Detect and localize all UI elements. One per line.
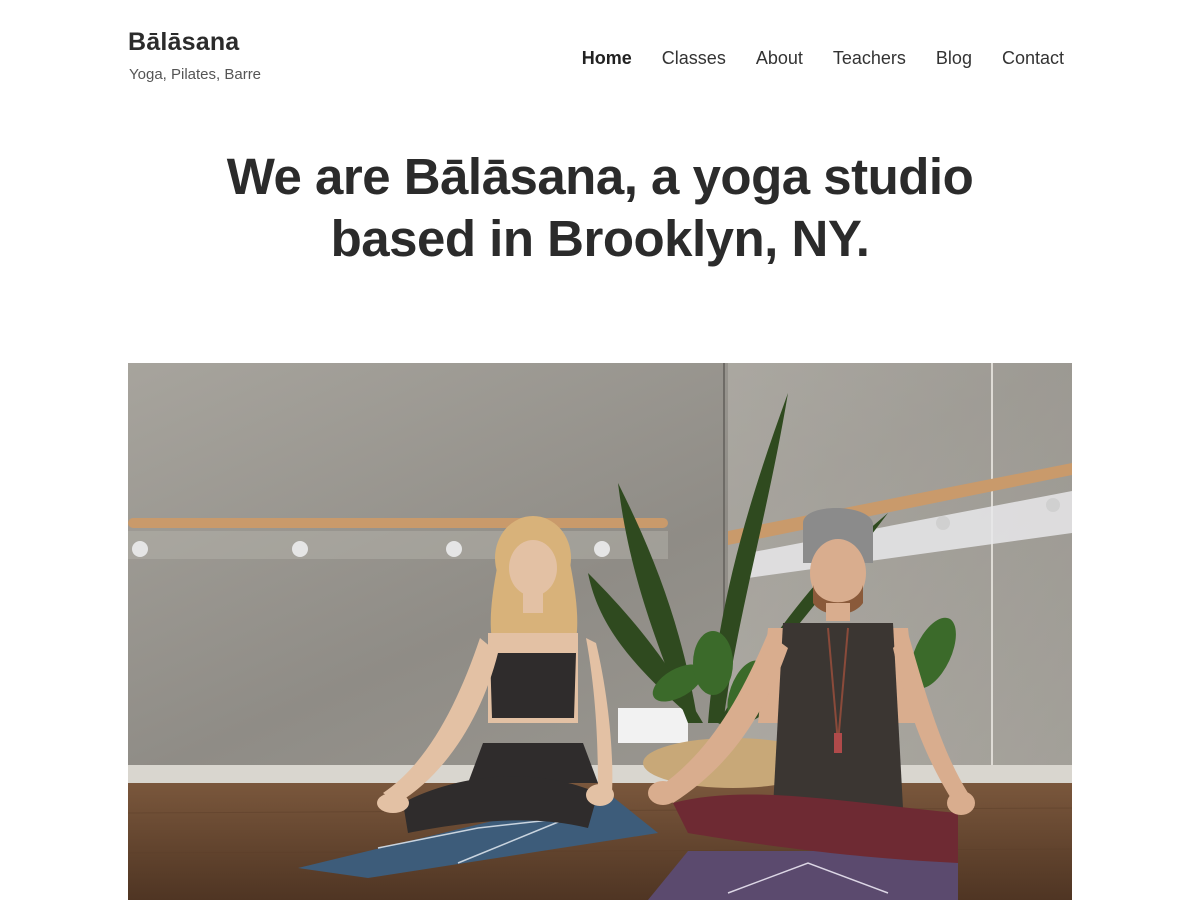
- nav-item-blog: Blog: [936, 48, 972, 69]
- nav-link-blog[interactable]: Blog: [936, 48, 972, 68]
- nav-link-about[interactable]: About: [756, 48, 803, 68]
- nav-link-contact[interactable]: Contact: [1002, 48, 1064, 68]
- nav-item-contact: Contact: [1002, 48, 1064, 69]
- hero-heading-line-1: We are Bālāsana, a yoga studio: [226, 148, 974, 205]
- hero-heading-line-2: based in Brooklyn, NY.: [330, 210, 870, 267]
- hero-image: [128, 363, 1072, 900]
- nav-link-home[interactable]: Home: [582, 48, 632, 68]
- site-title[interactable]: Bālāsana: [128, 28, 239, 57]
- plant-pot: [618, 708, 688, 743]
- nav-item-about: About: [756, 48, 803, 69]
- site-header: Bālāsana Yoga, Pilates, Barre Home Class…: [128, 28, 1072, 88]
- nav-item-home: Home: [582, 48, 632, 69]
- nav-item-teachers: Teachers: [833, 48, 906, 69]
- nav-link-classes[interactable]: Classes: [662, 48, 726, 68]
- site-tagline: Yoga, Pilates, Barre: [129, 66, 262, 83]
- yoga-class-photo: [128, 363, 1072, 900]
- barre: [128, 518, 668, 528]
- main-nav: Home Classes About Teachers Blog Contact: [582, 48, 1064, 69]
- hero-heading: We are Bālāsana, a yoga studio based in …: [200, 146, 1000, 270]
- nav-item-classes: Classes: [662, 48, 726, 69]
- nav-link-teachers[interactable]: Teachers: [833, 48, 906, 68]
